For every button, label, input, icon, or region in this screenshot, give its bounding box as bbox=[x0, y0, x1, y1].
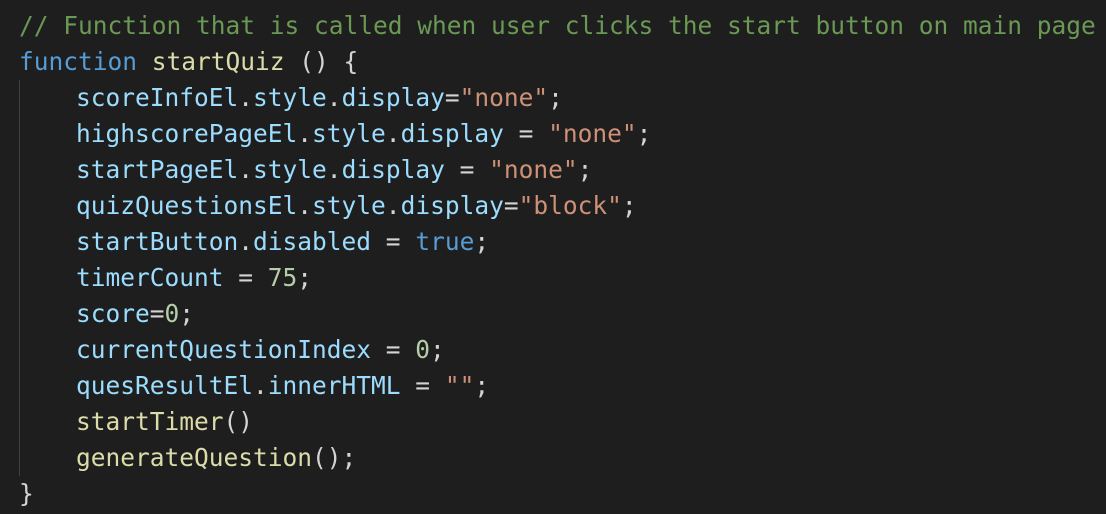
code-line[interactable]: } bbox=[0, 476, 1106, 512]
code-token-punct: = bbox=[400, 371, 445, 400]
code-line[interactable]: scoreInfoEl.style.display="none"; bbox=[0, 80, 1106, 116]
code-line[interactable]: startButton.disabled = true; bbox=[0, 224, 1106, 260]
code-token-punct: . bbox=[326, 83, 342, 112]
code-token-punct: = bbox=[444, 83, 460, 112]
code-token-func: generateQuestion bbox=[76, 443, 313, 472]
code-line[interactable]: timerCount = 75; bbox=[0, 260, 1106, 296]
code-token-string: "none" bbox=[459, 83, 549, 112]
code-token-punct: () { bbox=[284, 47, 359, 76]
code-token-keyword: function bbox=[19, 47, 138, 76]
code-token-punct: . bbox=[238, 227, 254, 256]
code-token-var: currentQuestionIndex bbox=[76, 335, 372, 364]
code-token-var: innerHTML bbox=[267, 371, 401, 400]
code-token-punct: () bbox=[223, 407, 254, 436]
code-token-func: startTimer bbox=[76, 407, 224, 436]
code-token-var: display bbox=[341, 83, 445, 112]
code-token-var: display bbox=[341, 155, 445, 184]
code-token-var: score bbox=[76, 299, 150, 328]
code-line[interactable]: score=0; bbox=[0, 296, 1106, 332]
code-token-punct: ; bbox=[548, 83, 563, 112]
code-token-punct: . bbox=[238, 155, 254, 184]
code-token-punct: . bbox=[297, 191, 313, 220]
code-token-punct: . bbox=[253, 371, 268, 400]
code-token-punct: = bbox=[371, 335, 416, 364]
indent-guide bbox=[19, 368, 20, 404]
code-token-punct: = bbox=[223, 263, 268, 292]
code-token-punct: ; bbox=[474, 227, 490, 256]
code-token-punct: ; bbox=[430, 335, 445, 364]
indent-guide bbox=[19, 404, 20, 440]
code-line[interactable]: startPageEl.style.display = "none"; bbox=[0, 152, 1106, 188]
code-line[interactable]: quizQuestionsEl.style.display="block"; bbox=[0, 188, 1106, 224]
code-token-number: 0 bbox=[164, 299, 180, 328]
code-editor[interactable]: // Function that is called when user cli… bbox=[0, 0, 1106, 514]
code-line[interactable]: highscorePageEl.style.display = "none"; bbox=[0, 116, 1106, 152]
code-token-var: quizQuestionsEl bbox=[76, 191, 298, 220]
code-token-punct: } bbox=[19, 479, 34, 508]
code-line[interactable]: startTimer() bbox=[0, 404, 1106, 440]
code-token-punct: . bbox=[385, 119, 401, 148]
indent-guide bbox=[19, 296, 20, 332]
code-token-punct: ; bbox=[179, 299, 195, 328]
code-token-punct: ; bbox=[474, 371, 490, 400]
code-token-punct bbox=[137, 47, 152, 76]
code-token-string: "none" bbox=[548, 119, 637, 148]
code-line[interactable]: generateQuestion(); bbox=[0, 440, 1106, 476]
code-token-const: true bbox=[415, 227, 475, 256]
indent-guide bbox=[19, 188, 20, 224]
code-token-var: style bbox=[312, 191, 386, 220]
code-token-number: 75 bbox=[267, 263, 298, 292]
indent-guide bbox=[19, 224, 20, 260]
code-token-var: style bbox=[312, 119, 386, 148]
indent-guide bbox=[19, 440, 20, 476]
code-token-string: "none" bbox=[489, 155, 578, 184]
code-token-var: disabled bbox=[253, 227, 372, 256]
code-token-punct: ; bbox=[577, 155, 593, 184]
code-token-var: startPageEl bbox=[76, 155, 239, 184]
code-token-punct: = bbox=[503, 191, 519, 220]
code-line[interactable]: currentQuestionIndex = 0; bbox=[0, 332, 1106, 368]
indent-guide bbox=[19, 80, 20, 116]
code-token-var: style bbox=[253, 83, 327, 112]
code-token-func: startQuiz bbox=[151, 47, 285, 76]
indent-guide bbox=[19, 260, 20, 296]
code-token-var: style bbox=[253, 155, 327, 184]
code-token-punct: ; bbox=[297, 263, 313, 292]
code-token-var: scoreInfoEl bbox=[76, 83, 239, 112]
code-token-punct: . bbox=[385, 191, 401, 220]
code-token-comment: // Function that is called when user cli… bbox=[19, 11, 1096, 40]
code-token-string: "block" bbox=[518, 191, 622, 220]
code-line[interactable]: quesResultEl.innerHTML = ""; bbox=[0, 368, 1106, 404]
code-token-punct: = bbox=[371, 227, 416, 256]
code-token-punct: . bbox=[297, 119, 313, 148]
code-token-var: timerCount bbox=[76, 263, 224, 292]
code-token-var: quesResultEl bbox=[76, 371, 254, 400]
indent-guide bbox=[19, 332, 20, 368]
code-token-var: highscorePageEl bbox=[76, 119, 298, 148]
code-token-punct: (); bbox=[312, 443, 357, 472]
indent-guide bbox=[19, 116, 20, 152]
code-token-punct: = bbox=[444, 155, 490, 184]
code-token-punct: ; bbox=[621, 191, 637, 220]
code-line[interactable]: // Function that is called when user cli… bbox=[0, 8, 1106, 44]
code-line[interactable]: function startQuiz () { bbox=[0, 44, 1106, 80]
code-token-var: display bbox=[400, 191, 504, 220]
code-token-punct: . bbox=[326, 155, 342, 184]
code-token-number: 0 bbox=[415, 335, 431, 364]
code-token-var: startButton bbox=[76, 227, 239, 256]
indent-guide bbox=[19, 152, 20, 188]
code-token-string: "" bbox=[444, 371, 475, 400]
code-token-var: display bbox=[400, 119, 504, 148]
code-token-punct: ; bbox=[636, 119, 652, 148]
code-token-punct: . bbox=[238, 83, 254, 112]
code-token-punct: = bbox=[149, 299, 165, 328]
code-token-punct: = bbox=[503, 119, 549, 148]
